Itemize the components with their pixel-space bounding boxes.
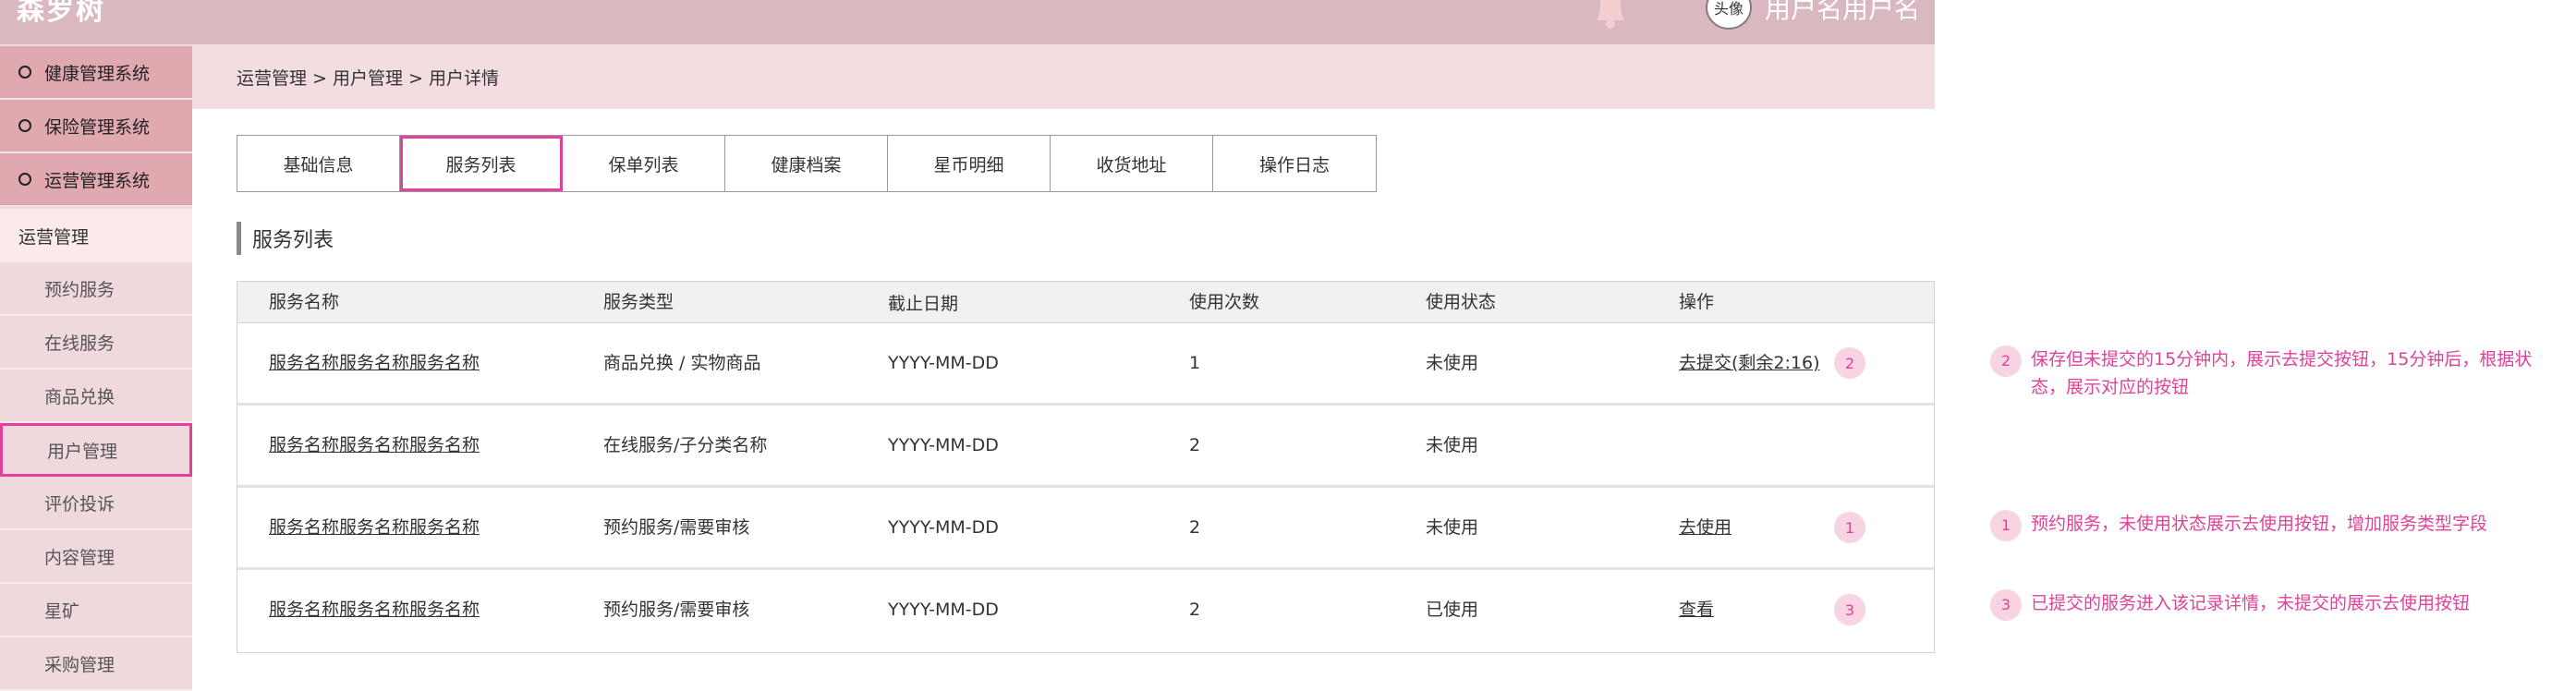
tab-health-records[interactable]: 健康档案 (725, 136, 888, 191)
sidebar-system-health[interactable]: 健康管理系统 (0, 46, 192, 100)
sidebar-system-label: 运营管理系统 (44, 170, 151, 191)
tab-shipping-address[interactable]: 收货地址 (1051, 136, 1213, 191)
sidebar-item-label: 在线服务 (44, 333, 115, 354)
action-cell: 去提交(剩余2:16) (1679, 323, 1820, 403)
annotation-text: 已提交的服务进入该记录详情，未提交的展示去使用按钮 (2031, 593, 2471, 613)
service-type: 商品兑换 / 实物商品 (603, 353, 761, 373)
table-row: 服务名称服务名称服务名称 预约服务/需要审核 YYYY-MM-DD 2 未使用 … (237, 488, 1934, 570)
top-bar: 森罗树 头像 用户名用户名 (0, 0, 1935, 44)
column-header: 服务名称 (269, 292, 340, 312)
sidebar-item-content[interactable]: 内容管理 (0, 530, 192, 584)
use-button[interactable]: 去使用 (1679, 488, 1732, 567)
usage-count: 2 (1189, 435, 1201, 455)
service-name-link[interactable]: 服务名称服务名称服务名称 (269, 323, 480, 403)
tab-service-list[interactable]: 服务列表 (400, 136, 563, 191)
deadline: YYYY-MM-DD (888, 353, 999, 373)
sidebar-section-label: 运营管理 (18, 226, 90, 248)
table-row: 服务名称服务名称服务名称 预约服务/需要审核 YYYY-MM-DD 2 已使用 … (237, 570, 1934, 652)
table-header: 服务名称 服务类型 截止日期 使用次数 使用状态 操作 (237, 282, 1934, 323)
service-name-link[interactable]: 服务名称服务名称服务名称 (269, 406, 480, 485)
annotation-badge: 2 (1834, 347, 1865, 379)
radio-circle-icon (18, 119, 31, 132)
usage-count: 2 (1189, 600, 1201, 620)
annotation-badge: 1 (1834, 512, 1865, 543)
sidebar-item-label: 评价投诉 (44, 493, 115, 515)
username[interactable]: 用户名用户名 (1765, 0, 1920, 26)
usage-status: 未使用 (1426, 353, 1479, 373)
service-type: 预约服务/需要审核 (603, 517, 750, 538)
section-title: 服务列表 (237, 222, 334, 255)
usage-status: 已使用 (1426, 600, 1479, 620)
app-window: 森罗树 头像 用户名用户名 健康管理系统 保险管理系统 运营管理系统 运营管理 … (0, 0, 1935, 691)
sidebar-item-redeem[interactable]: 商品兑换 (0, 370, 192, 423)
annotation-text: 预约服务，未使用状态展示去使用按钮，增加服务类型字段 (2031, 514, 2488, 534)
sidebar-item-label: 商品兑换 (44, 386, 115, 407)
view-button[interactable]: 查看 (1679, 570, 1714, 649)
annotation-badge: 3 (1990, 589, 2022, 621)
radio-circle-icon (18, 66, 31, 79)
service-type: 在线服务/子分类名称 (603, 435, 768, 455)
sidebar-item-appointment[interactable]: 预约服务 (0, 262, 192, 316)
table-row: 服务名称服务名称服务名称 商品兑换 / 实物商品 YYYY-MM-DD 1 未使… (237, 323, 1934, 406)
bell-icon[interactable] (1587, 0, 1634, 30)
radio-circle-icon (18, 173, 31, 186)
breadcrumb[interactable]: 运营管理 > 用户管理 > 用户详情 (237, 65, 499, 90)
sidebar-system-label: 健康管理系统 (44, 63, 151, 84)
sidebar-system-label: 保险管理系统 (44, 116, 151, 138)
tab-bar: 基础信息 服务列表 保单列表 健康档案 星币明细 收货地址 操作日志 (237, 135, 1377, 192)
sidebar-item-star-mine[interactable]: 星矿 (0, 584, 192, 637)
sidebar-item-online-service[interactable]: 在线服务 (0, 316, 192, 370)
annotation-badge: 3 (1834, 594, 1865, 625)
annotation-note: 2 保存但未提交的15分钟内，展示去提交按钮，15分钟后，根据状态，展示对应的按… (1990, 346, 2559, 401)
column-header: 使用状态 (1426, 292, 1497, 312)
column-header: 截止日期 (888, 294, 959, 314)
deadline: YYYY-MM-DD (888, 435, 999, 455)
sidebar-system-insurance[interactable]: 保险管理系统 (0, 100, 192, 153)
service-name-link[interactable]: 服务名称服务名称服务名称 (269, 570, 480, 649)
column-header: 使用次数 (1189, 292, 1260, 312)
column-header: 操作 (1679, 292, 1715, 312)
sidebar-item-label: 内容管理 (44, 547, 115, 568)
service-name-link[interactable]: 服务名称服务名称服务名称 (269, 488, 480, 567)
sidebar-item-user-management[interactable]: 用户管理 (0, 423, 192, 477)
sidebar-system-operations[interactable]: 运营管理系统 (0, 153, 192, 207)
annotation-badge: 2 (1990, 346, 2022, 377)
tab-basic-info[interactable]: 基础信息 (237, 136, 400, 191)
sidebar-item-label: 采购管理 (44, 654, 115, 675)
breadcrumb-bar: 运营管理 > 用户管理 > 用户详情 (192, 44, 1935, 109)
avatar[interactable]: 头像 (1706, 0, 1752, 30)
usage-count: 2 (1189, 517, 1201, 538)
annotation-text: 保存但未提交的15分钟内，展示去提交按钮，15分钟后，根据状态，展示对应的按钮 (2031, 349, 2533, 397)
sidebar-item-purchase[interactable]: 采购管理 (0, 637, 192, 691)
annotation-note: 3 已提交的服务进入该记录详情，未提交的展示去使用按钮 (1990, 589, 2559, 621)
sidebar: 健康管理系统 保险管理系统 运营管理系统 运营管理 预约服务 在线服务 商品兑换… (0, 44, 192, 691)
deadline: YYYY-MM-DD (888, 517, 999, 538)
deadline: YYYY-MM-DD (888, 600, 999, 620)
sidebar-item-label: 用户管理 (47, 441, 118, 462)
usage-count: 1 (1189, 353, 1201, 373)
usage-status: 未使用 (1426, 435, 1479, 455)
column-header: 服务类型 (603, 292, 674, 312)
sidebar-item-label: 预约服务 (44, 279, 115, 300)
submit-button[interactable]: 去提交(剩余2:16) (1679, 353, 1820, 373)
annotation-note: 1 预约服务，未使用状态展示去使用按钮，增加服务类型字段 (1990, 510, 2559, 541)
tab-coin-details[interactable]: 星币明细 (888, 136, 1051, 191)
brand-logo: 森罗树 (17, 0, 105, 27)
sidebar-item-reviews[interactable]: 评价投诉 (0, 477, 192, 530)
annotation-badge: 1 (1990, 510, 2022, 541)
usage-status: 未使用 (1426, 517, 1479, 538)
tab-operation-log[interactable]: 操作日志 (1213, 136, 1376, 191)
tab-policy-list[interactable]: 保单列表 (563, 136, 725, 191)
service-type: 预约服务/需要审核 (603, 600, 750, 620)
service-table: 服务名称 服务类型 截止日期 使用次数 使用状态 操作 服务名称服务名称服务名称… (237, 281, 1935, 653)
sidebar-section-operations[interactable]: 运营管理 (0, 209, 192, 262)
table-row: 服务名称服务名称服务名称 在线服务/子分类名称 YYYY-MM-DD 2 未使用 (237, 406, 1934, 488)
sidebar-item-label: 星矿 (44, 600, 80, 622)
